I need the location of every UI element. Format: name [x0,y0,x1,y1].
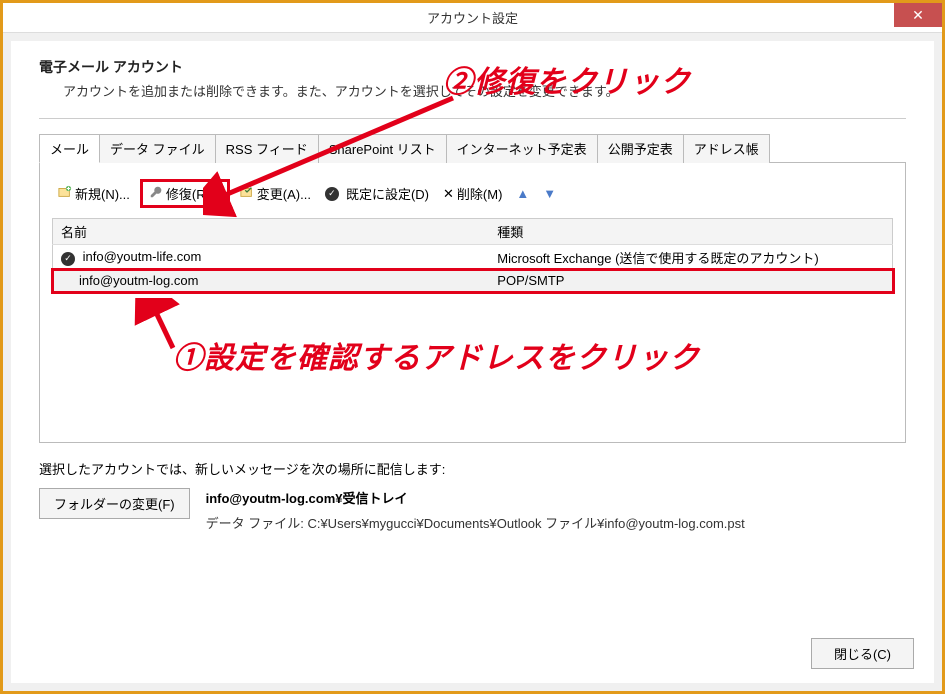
account-toolbar: 新規(N)... 修復(R)... 変更(A)... ✓ 既定に設 [52,175,893,218]
account-name: info@youtm-log.com [79,273,198,288]
delivery-data-file: データ ファイル: C:¥Users¥mygucci¥Documents¥Out… [206,513,745,532]
delete-account-label: 削除(M) [457,184,503,203]
set-default-label: 既定に設定(D) [346,184,429,203]
delete-icon: ✕ [443,186,454,202]
tab-mail[interactable]: メール [39,134,100,163]
wrench-icon [149,185,163,202]
repair-account-button[interactable]: 修復(R)... [140,179,230,208]
change-folder-button[interactable]: フォルダーの変更(F) [39,488,190,519]
accounts-table: 名前 種類 ✓ info@youtm-life.com Microsoft Ex… [52,218,893,292]
change-account-label: 変更(A)... [257,184,311,203]
delivery-location-bold: info@youtm-log.com¥受信トレイ [206,491,408,506]
divider [39,118,906,119]
account-type: Microsoft Exchange (送信で使用する既定のアカウント) [489,245,892,271]
window-close-button[interactable]: ✕ [894,3,942,27]
titlebar: アカウント設定 ✕ [3,3,942,33]
close-icon: ✕ [912,7,924,24]
col-type[interactable]: 種類 [489,219,892,245]
new-account-label: 新規(N)... [75,184,130,203]
tab-strip: メール データ ファイル RSS フィード SharePoint リスト インタ… [39,133,906,163]
new-account-button[interactable]: 新規(N)... [54,182,134,205]
set-default-button[interactable]: ✓ 既定に設定(D) [321,182,433,205]
delete-account-button[interactable]: ✕ 削除(M) [439,182,506,205]
tab-published-calendars[interactable]: 公開予定表 [597,134,684,163]
move-down-button[interactable]: ▼ [539,184,560,203]
close-dialog-button[interactable]: 閉じる(C) [811,638,914,669]
tab-address-books[interactable]: アドレス帳 [683,134,770,163]
section-subheading: アカウントを追加または削除できます。また、アカウントを選択してその設定を変更でき… [63,81,906,100]
mail-tab-panel: 新規(N)... 修復(R)... 変更(A)... ✓ 既定に設 [39,163,906,443]
account-name: info@youtm-life.com [83,249,202,264]
account-type: POP/SMTP [489,270,892,292]
account-settings-window: アカウント設定 ✕ 電子メール アカウント アカウントを追加または削除できます。… [0,0,945,694]
section-heading: 電子メール アカウント [39,57,906,77]
arrow-down-icon: ▼ [543,186,556,201]
delivery-label: 選択したアカウントでは、新しいメッセージを次の場所に配信します: [39,459,906,478]
tab-rss-feeds[interactable]: RSS フィード [215,134,319,163]
change-icon [240,185,254,202]
account-row[interactable]: ✓ info@youtm-life.com Microsoft Exchange… [53,245,893,271]
tab-data-files[interactable]: データ ファイル [99,134,216,163]
arrow-up-icon: ▲ [516,186,529,201]
window-title: アカウント設定 [427,8,518,27]
check-circle-icon: ✓ [325,187,339,201]
move-up-button[interactable]: ▲ [512,184,533,203]
tab-sharepoint-lists[interactable]: SharePoint リスト [318,134,447,163]
col-name[interactable]: 名前 [53,219,490,245]
delivery-location: info@youtm-log.com¥受信トレイ [206,488,745,507]
change-account-button[interactable]: 変更(A)... [236,182,315,205]
account-row[interactable]: info@youtm-log.com POP/SMTP [53,270,893,292]
repair-account-label: 修復(R)... [166,184,221,203]
default-account-icon: ✓ [61,252,75,266]
dialog-content: 電子メール アカウント アカウントを追加または削除できます。また、アカウントを選… [11,41,934,683]
tab-internet-calendars[interactable]: インターネット予定表 [446,134,598,163]
new-icon [58,185,72,202]
delivery-section: 選択したアカウントでは、新しいメッセージを次の場所に配信します: フォルダーの変… [39,459,906,532]
